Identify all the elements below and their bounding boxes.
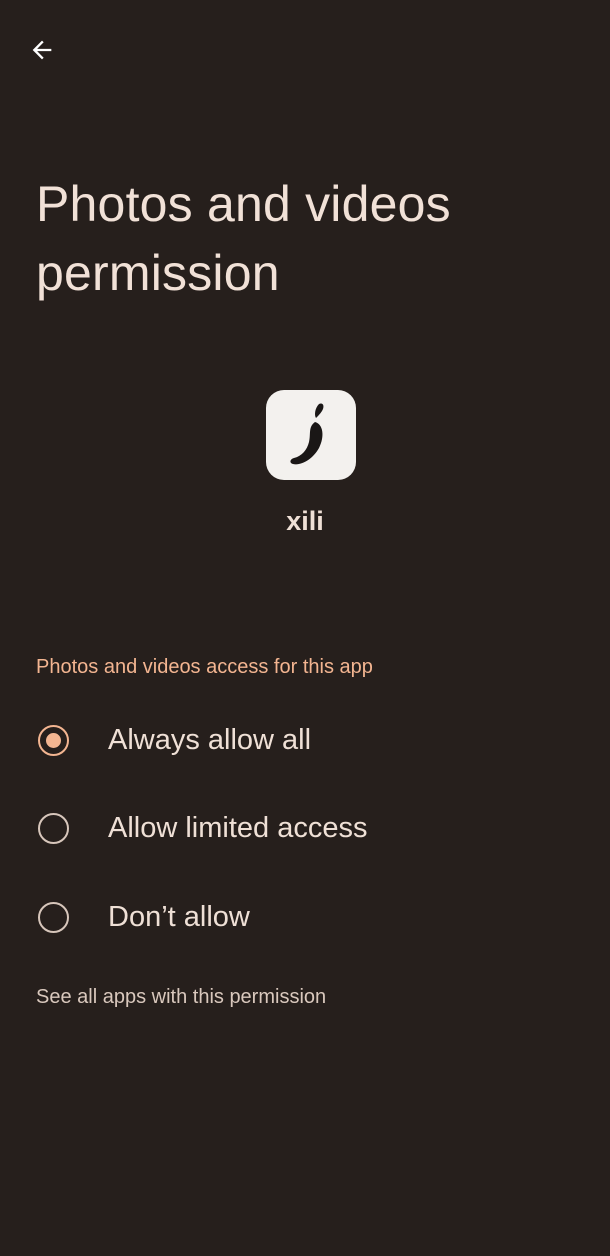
- option-always-allow-all[interactable]: Always allow all: [0, 698, 610, 782]
- page-title: Photos and videos permission: [36, 176, 451, 301]
- section-header: Photos and videos access for this app: [36, 656, 373, 678]
- radio-button[interactable]: [38, 812, 69, 844]
- option-label: Always allow all: [108, 723, 312, 756]
- option-label: Allow limited access: [108, 811, 368, 844]
- app-icon: [266, 390, 356, 480]
- back-button[interactable]: [22, 30, 62, 70]
- radio-button-selected[interactable]: [38, 724, 69, 756]
- see-all-apps-link[interactable]: See all apps with this permission: [36, 986, 326, 1009]
- option-label: Don’t allow: [108, 900, 250, 933]
- option-dont-allow[interactable]: Don’t allow: [0, 875, 610, 959]
- radio-button[interactable]: [38, 901, 69, 933]
- app-name: xili: [286, 506, 324, 536]
- chili-pepper-icon: [290, 403, 324, 465]
- option-allow-limited-access[interactable]: Allow limited access: [0, 786, 610, 870]
- arrow-left-icon: [32, 40, 52, 60]
